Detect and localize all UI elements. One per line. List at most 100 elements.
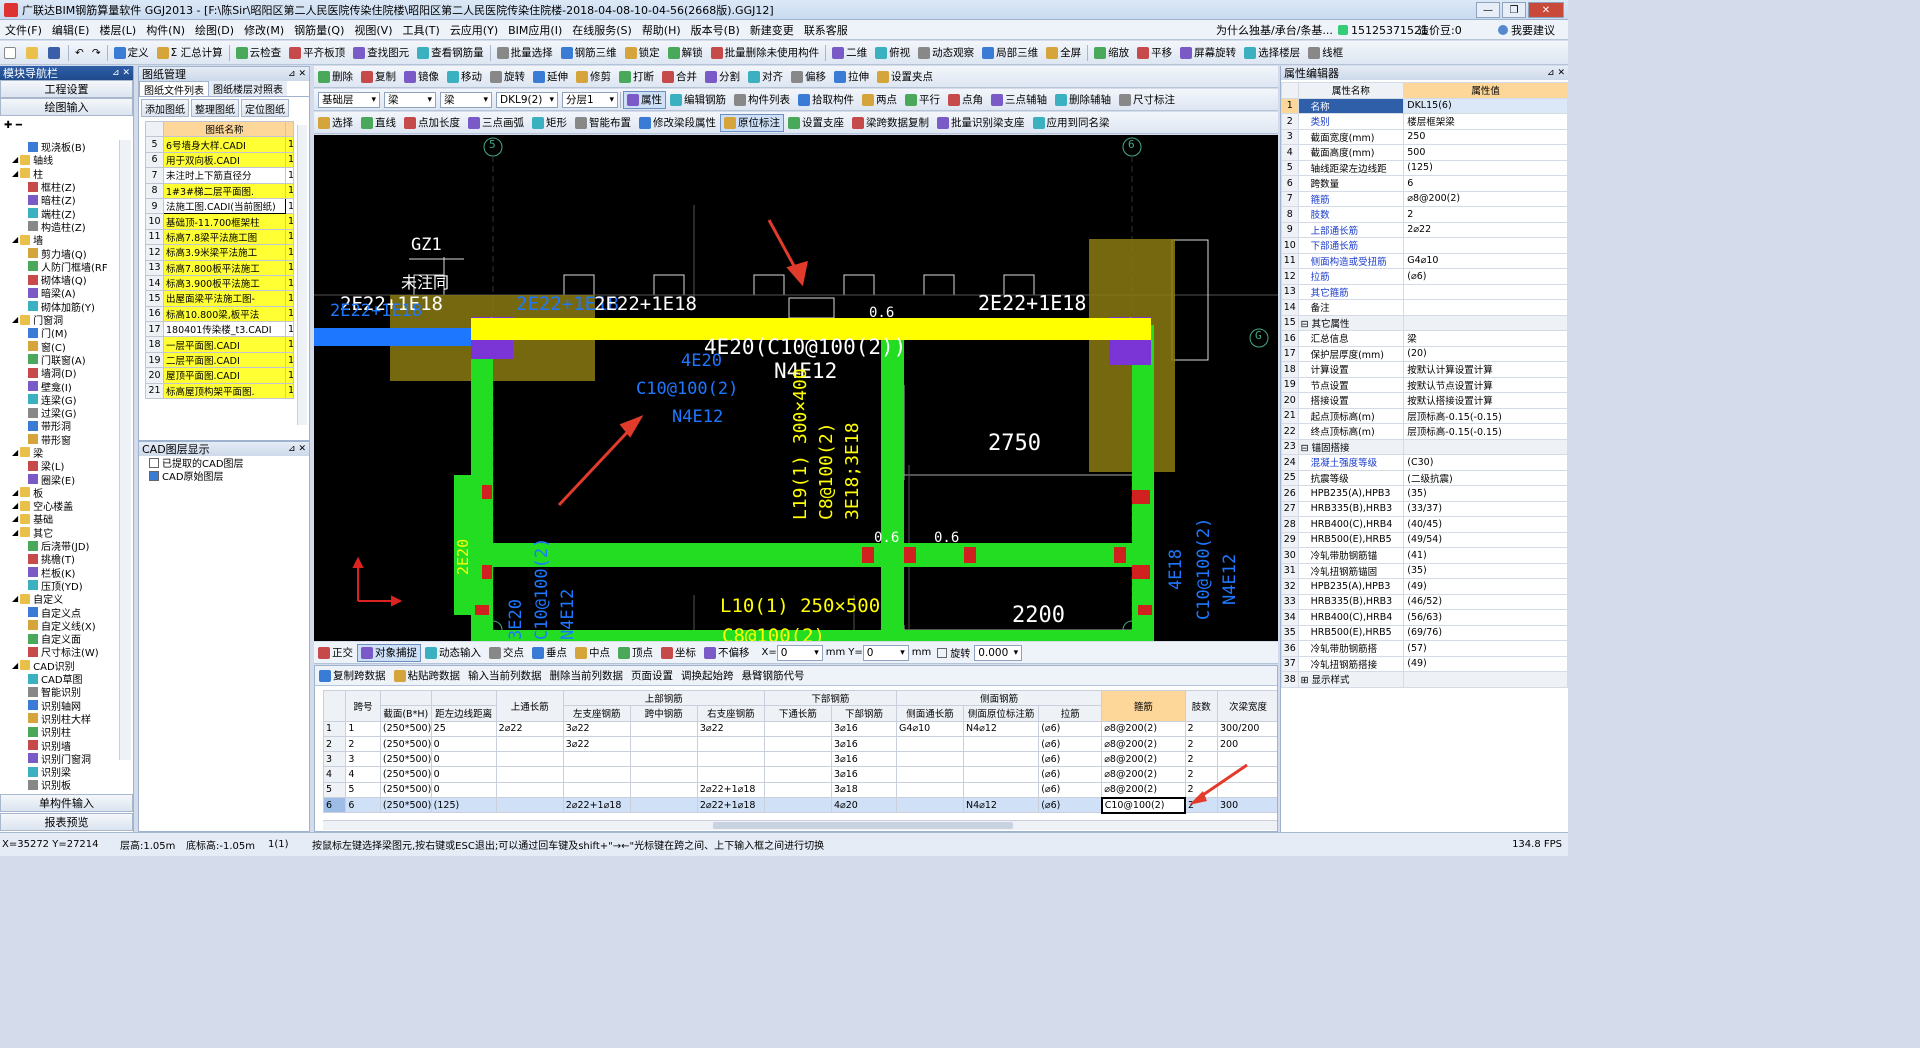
menu-item-14[interactable]: 新建变更 xyxy=(745,22,799,38)
tree-item[interactable]: 连梁(G) xyxy=(2,393,118,407)
property-value[interactable] xyxy=(1403,237,1568,254)
property-value[interactable]: 2⌀22 xyxy=(1403,221,1568,238)
component-name-select[interactable]: DKL9(2) xyxy=(496,91,558,108)
rebar-cell-right[interactable]: 2⌀22+1⌀18 xyxy=(696,781,765,799)
draw-button-0[interactable]: 选择 xyxy=(314,114,357,132)
rebar-cell-stir[interactable]: ⌀8@200(2) xyxy=(1101,735,1186,753)
tree-item[interactable]: 自定义面 xyxy=(2,632,118,646)
organize-drawing-button[interactable]: 整理图纸 xyxy=(191,99,239,117)
component-button-2[interactable]: 构件列表 xyxy=(730,91,794,109)
toolbar-button-10[interactable]: 批量删除未使用构件 xyxy=(707,44,824,62)
tree-item[interactable]: 人防门框墙(RF xyxy=(2,260,118,274)
edit-button-5[interactable]: 延伸 xyxy=(529,68,572,86)
locate-drawing-button[interactable]: 定位图纸 xyxy=(241,99,289,117)
property-value[interactable] xyxy=(1403,671,1568,688)
tree-item[interactable]: 后浇带(JD) xyxy=(2,539,118,553)
rebar-cell-stir[interactable]: C10@100(2) xyxy=(1100,796,1187,814)
rebar-cell-sideo[interactable] xyxy=(963,766,1040,783)
tree-item[interactable]: 圈梁(E) xyxy=(2,472,118,487)
expand-icon[interactable]: ◢ xyxy=(12,315,18,324)
tree-item[interactable]: 识别门窗洞 xyxy=(2,752,118,766)
draw-button-11[interactable]: 应用到同名梁 xyxy=(1029,114,1114,132)
tree-expand-icons[interactable]: ✚ ━ xyxy=(0,116,133,134)
drawing-row[interactable]: 10 基础顶-11.700框架柱 1 xyxy=(145,213,294,230)
draw-button-1[interactable]: 直线 xyxy=(357,114,400,132)
tree-item[interactable]: 门联窗(A) xyxy=(2,353,118,367)
property-row[interactable]: 21 起点顶标高(m) 层顶标高-0.15(-0.15) xyxy=(1281,407,1568,424)
rebar-cell-sideo[interactable] xyxy=(963,735,1040,753)
menu-item-11[interactable]: 在线服务(S) xyxy=(567,22,637,38)
component-button-8[interactable]: 删除辅轴 xyxy=(1051,91,1115,109)
property-value[interactable]: 按默认搭接设置计算 xyxy=(1403,392,1568,409)
rebar-cell-bt[interactable] xyxy=(763,720,832,737)
component-button-1[interactable]: 编辑钢筋 xyxy=(666,91,730,109)
toolbar-button-2[interactable]: 云检查 xyxy=(232,44,286,62)
menu-item-12[interactable]: 帮助(H) xyxy=(637,22,686,38)
rebar-cell-top[interactable]: 2⌀22 xyxy=(495,720,564,737)
rebar-cell-left[interactable] xyxy=(562,766,631,783)
rebar-cell-top[interactable] xyxy=(495,735,564,753)
property-value[interactable]: (56/63) xyxy=(1403,609,1568,626)
property-row[interactable]: 10 下部通长筋 xyxy=(1281,237,1568,254)
toolbar-button-3[interactable]: 平齐板顶 xyxy=(285,44,349,62)
snap-button-3[interactable]: 交点 xyxy=(485,644,528,662)
drawing-row[interactable]: 20 屋顶平面图.CADI 1 xyxy=(145,367,294,384)
snap-button-7[interactable]: 坐标 xyxy=(657,644,700,662)
snap-button-4[interactable]: 垂点 xyxy=(528,644,571,662)
property-value[interactable]: (41) xyxy=(1403,547,1568,564)
property-row[interactable]: 30 冷轧带肋钢筋锚 (41) xyxy=(1281,547,1568,564)
save-icon[interactable] xyxy=(44,44,66,62)
component-button-5[interactable]: 平行 xyxy=(901,91,944,109)
rebar-cell-mid[interactable] xyxy=(629,781,698,799)
property-value[interactable]: (69/76) xyxy=(1403,624,1568,641)
property-row[interactable]: 37 冷轧扭钢筋搭接 (49) xyxy=(1281,655,1568,672)
drawing-row-name[interactable]: 1#3#梯二层平面图. xyxy=(163,182,286,199)
drawing-row-name[interactable]: 二层平面图.CADI xyxy=(163,351,286,369)
draw-button-10[interactable]: 批量识别梁支座 xyxy=(933,114,1029,132)
property-row[interactable]: 25 抗震等级 (二级抗震) xyxy=(1281,469,1568,486)
drawing-canvas[interactable]: 5 6 G GZ1 未注同 2E22+1E18 2E22+1E18 2E22+1E18 2E22… xyxy=(314,135,1278,641)
undo-icon[interactable]: ↶ xyxy=(71,44,88,62)
rebar-row[interactable]: 6 6 (250*500) (125) 2⌀22+1⌀18 2⌀22+1⌀18 4⌀20 N4… xyxy=(323,796,1277,814)
tree-item[interactable]: CAD草图 xyxy=(2,672,118,686)
toolbar-button-6[interactable]: 批量选择 xyxy=(493,44,557,62)
rebar-row[interactable]: 5 5 (250*500) 0 2⌀22+1⌀18 3⌀18 (⌀6) ⌀8@200(2) 2 xyxy=(323,781,1277,799)
rebar-cell-left[interactable] xyxy=(562,781,631,799)
rebar-cell-tie[interactable]: (⌀6) xyxy=(1038,781,1103,799)
property-row[interactable]: 2 类别 楼层框架梁 xyxy=(1281,113,1568,130)
rebar-cell-sidec[interactable] xyxy=(895,766,965,783)
tree-item[interactable]: ◢ 墙 xyxy=(2,233,118,247)
drawing-row[interactable]: 11 标高7.8梁平法施工图 1 xyxy=(145,228,294,246)
rebar-cell-bot[interactable]: 3⌀18 xyxy=(830,781,897,799)
x-coord-input[interactable]: 0 xyxy=(776,644,823,661)
tree-item[interactable]: 带形窗 xyxy=(2,433,118,447)
property-row[interactable]: 34 HRB400(C),HRB4 (56/63) xyxy=(1281,609,1568,626)
menu-item-4[interactable]: 绘图(D) xyxy=(190,22,239,38)
edit-button-8[interactable]: 合并 xyxy=(658,68,701,86)
rebar-cell-bot[interactable]: 3⌀16 xyxy=(830,751,897,768)
rebar-cell-mid[interactable] xyxy=(629,751,698,768)
tree-item[interactable]: ◢ 梁 xyxy=(2,446,118,460)
menu-item-2[interactable]: 楼层(L) xyxy=(94,22,141,38)
drawing-row[interactable]: 9 法施工图.CADI(当前图纸) 1 xyxy=(145,197,294,215)
rebar-cell-dist[interactable]: 0 xyxy=(430,735,497,753)
drawing-row[interactable]: 14 标高3.900板平法施工 1 xyxy=(145,274,294,292)
rebar-cell-mid[interactable] xyxy=(629,766,698,783)
expand-icon[interactable]: ◢ xyxy=(12,501,18,510)
rebar-cell-bot[interactable]: 4⌀20 xyxy=(830,797,897,814)
minimize-button[interactable]: — xyxy=(1476,2,1500,18)
component-button-3[interactable]: 拾取构件 xyxy=(794,91,858,109)
property-row[interactable]: 20 搭接设置 按默认搭接设置计算 xyxy=(1281,392,1568,409)
property-value[interactable] xyxy=(1403,314,1568,331)
rebar-cell-sidec[interactable] xyxy=(895,781,965,799)
rebar-cell-bt[interactable] xyxy=(763,766,832,783)
rebar-cell-tie[interactable]: (⌀6) xyxy=(1038,766,1103,783)
draw-button-7[interactable]: 原位标注 xyxy=(720,113,784,132)
menu-item-5[interactable]: 修改(M) xyxy=(239,22,289,38)
menu-item-10[interactable]: BIM应用(I) xyxy=(503,22,567,38)
edit-button-11[interactable]: 偏移 xyxy=(787,68,830,86)
rebar-cell-stir[interactable]: ⌀8@200(2) xyxy=(1101,766,1186,783)
rebar-tool-4[interactable]: 页面设置 xyxy=(627,667,677,685)
report-preview-button[interactable]: 报表预览 xyxy=(0,813,133,831)
property-row[interactable]: 36 冷轧带肋钢筋搭 (57) xyxy=(1281,640,1568,657)
